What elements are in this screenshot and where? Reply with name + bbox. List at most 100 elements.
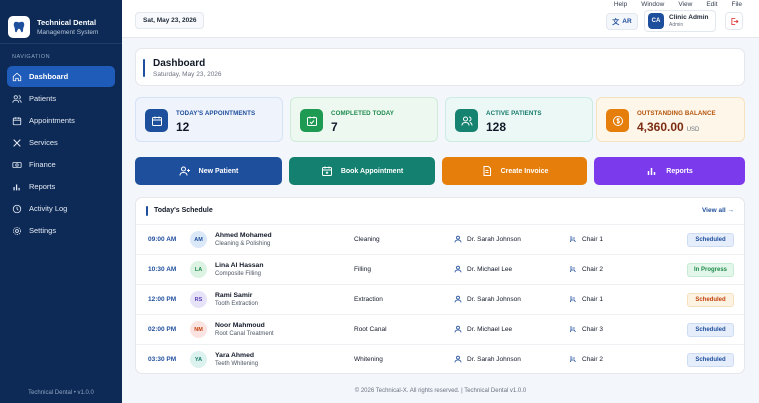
reports-button[interactable]: Reports [594, 157, 745, 185]
user-icon [454, 355, 462, 363]
create-invoice-button[interactable]: Create Invoice [442, 157, 587, 185]
doctor-name: Dr. Sarah Johnson [467, 295, 521, 303]
view-all-link[interactable]: View all → [702, 207, 734, 214]
user-menu[interactable]: CA Clinic Admin Admin [644, 10, 716, 32]
chair: Chair 1 [569, 235, 603, 243]
doctor: Dr. Sarah Johnson [454, 235, 521, 243]
service: Filling [354, 266, 371, 273]
home-icon [12, 72, 22, 81]
procedure: Root Canal Treatment [215, 331, 274, 337]
book-appointment-button[interactable]: Book Appointment [289, 157, 435, 185]
doctor: Dr. Michael Lee [454, 325, 512, 333]
users-icon [12, 94, 22, 103]
patient-name: Noor Mahmoud [215, 322, 265, 329]
appointment-time: 03:30 PM [148, 356, 177, 363]
appointment-time: 10:30 AM [148, 266, 177, 273]
stat-label: COMPLETED TODAY [331, 110, 395, 117]
stat-label: TODAY'S APPOINTMENTS [176, 110, 256, 117]
sidebar-item-finance[interactable]: Finance [7, 154, 115, 175]
page-footer: © 2026 Technical-X. All rights reserved.… [354, 388, 527, 394]
stat-value: 4,360.00 USD [637, 120, 700, 134]
table-row[interactable]: 02:00 PM NM Noor Mahmoud Root Canal Trea… [136, 314, 744, 344]
chair-label: Chair 2 [582, 355, 603, 363]
sidebar-item-settings[interactable]: Settings [7, 220, 115, 241]
page-date: Saturday, May 23, 2026 [153, 71, 222, 78]
stat-label: OUTSTANDING BALANCE [637, 110, 716, 117]
menu-file[interactable]: File [732, 0, 742, 10]
avatar: NM [190, 321, 207, 338]
chair-label: Chair 3 [582, 325, 603, 333]
language-toggle-button[interactable]: 文 AR [606, 13, 638, 30]
calendar-icon [12, 116, 22, 125]
chair-icon [569, 326, 576, 333]
status-badge: Scheduled [687, 293, 734, 307]
dollar-icon [606, 109, 629, 132]
chair-label: Chair 2 [582, 265, 603, 273]
users-icon [455, 109, 478, 132]
table-row[interactable]: 12:00 PM RS Rami Samir Tooth Extraction … [136, 284, 744, 314]
menu-view[interactable]: View [678, 0, 692, 10]
topbar: Sat, May 23, 2026 文 AR CA Clinic Admin A… [122, 10, 759, 38]
money-icon [12, 161, 22, 168]
user-icon [454, 295, 462, 303]
calendar-add-icon [321, 166, 332, 176]
patient-name: Yara Ahmed [215, 352, 255, 359]
service: Root Canal [354, 326, 387, 333]
table-row[interactable]: 09:00 AM AM Ahmed Mohamed Cleaning & Pol… [136, 224, 744, 254]
stat-value: 12 [176, 120, 190, 134]
sidebar-item-label: Patients [29, 94, 57, 103]
button-label: Create Invoice [500, 167, 549, 175]
service: Whitening [354, 356, 383, 363]
status-badge: In Progress [687, 263, 734, 277]
table-row[interactable]: 10:30 AM LA Lina Al Hassan Composite Fil… [136, 254, 744, 284]
tools-icon [13, 138, 21, 147]
service: Extraction [354, 296, 383, 303]
user-icon [454, 235, 462, 243]
sidebar-item-services[interactable]: Services [7, 132, 115, 153]
stat-unit: USD [686, 127, 700, 133]
nav-heading: NAVIGATION [12, 54, 51, 60]
sidebar-item-reports[interactable]: Reports [7, 176, 115, 197]
sidebar-item-appointments[interactable]: Appointments [7, 110, 115, 131]
user-name: Clinic Admin [669, 13, 709, 21]
sidebar-item-label: Activity Log [29, 204, 68, 213]
sidebar-item-patients[interactable]: Patients [7, 88, 115, 109]
chair: Chair 2 [569, 355, 603, 363]
sidebar-item-label: Finance [29, 160, 56, 169]
sidebar-item-label: Settings [29, 226, 57, 235]
appointment-time: 02:00 PM [148, 326, 177, 333]
button-label: Reports [666, 167, 693, 175]
status-badge: Scheduled [687, 233, 734, 247]
chair: Chair 2 [569, 265, 603, 273]
menu-help[interactable]: Help [614, 0, 627, 10]
stat-value: 7 [331, 120, 338, 134]
stat-card-balance: OUTSTANDING BALANCE 4,360.00 USD [596, 97, 745, 142]
chair: Chair 3 [569, 325, 603, 333]
logout-button[interactable] [725, 12, 743, 30]
chair-icon [569, 266, 576, 273]
bar-chart-icon [13, 184, 20, 190]
user-role: Admin [669, 21, 684, 28]
avatar: CA [648, 13, 664, 29]
doctor-name: Dr. Michael Lee [467, 265, 513, 273]
sidebar-item-label: Appointments [29, 116, 75, 125]
sidebar-item-label: Reports [29, 182, 56, 191]
calendar-check-icon [300, 109, 323, 132]
sidebar-item-activity-log[interactable]: Activity Log [7, 198, 115, 219]
menu-edit[interactable]: Edit [706, 0, 717, 10]
chair: Chair 1 [569, 295, 603, 303]
menu-window[interactable]: Window [641, 0, 664, 10]
brand-subtitle: Management System [37, 28, 99, 36]
avatar: AM [190, 231, 207, 248]
chair-icon [569, 236, 576, 243]
sidebar-item-dashboard[interactable]: Dashboard [7, 66, 115, 87]
procedure: Cleaning & Polishing [215, 241, 271, 247]
doctor-name: Dr. Sarah Johnson [467, 355, 521, 363]
button-label: Book Appointment [340, 167, 404, 175]
dashboard-header: Dashboard Saturday, May 23, 2026 [135, 48, 745, 86]
new-patient-button[interactable]: New Patient [135, 157, 282, 185]
table-row[interactable]: 03:30 PM YA Yara Ahmed Teeth Whitening W… [136, 344, 744, 374]
invoice-icon [483, 166, 491, 176]
stat-card-appointments: TODAY'S APPOINTMENTS 12 [135, 97, 283, 142]
appointment-time: 09:00 AM [148, 236, 177, 243]
